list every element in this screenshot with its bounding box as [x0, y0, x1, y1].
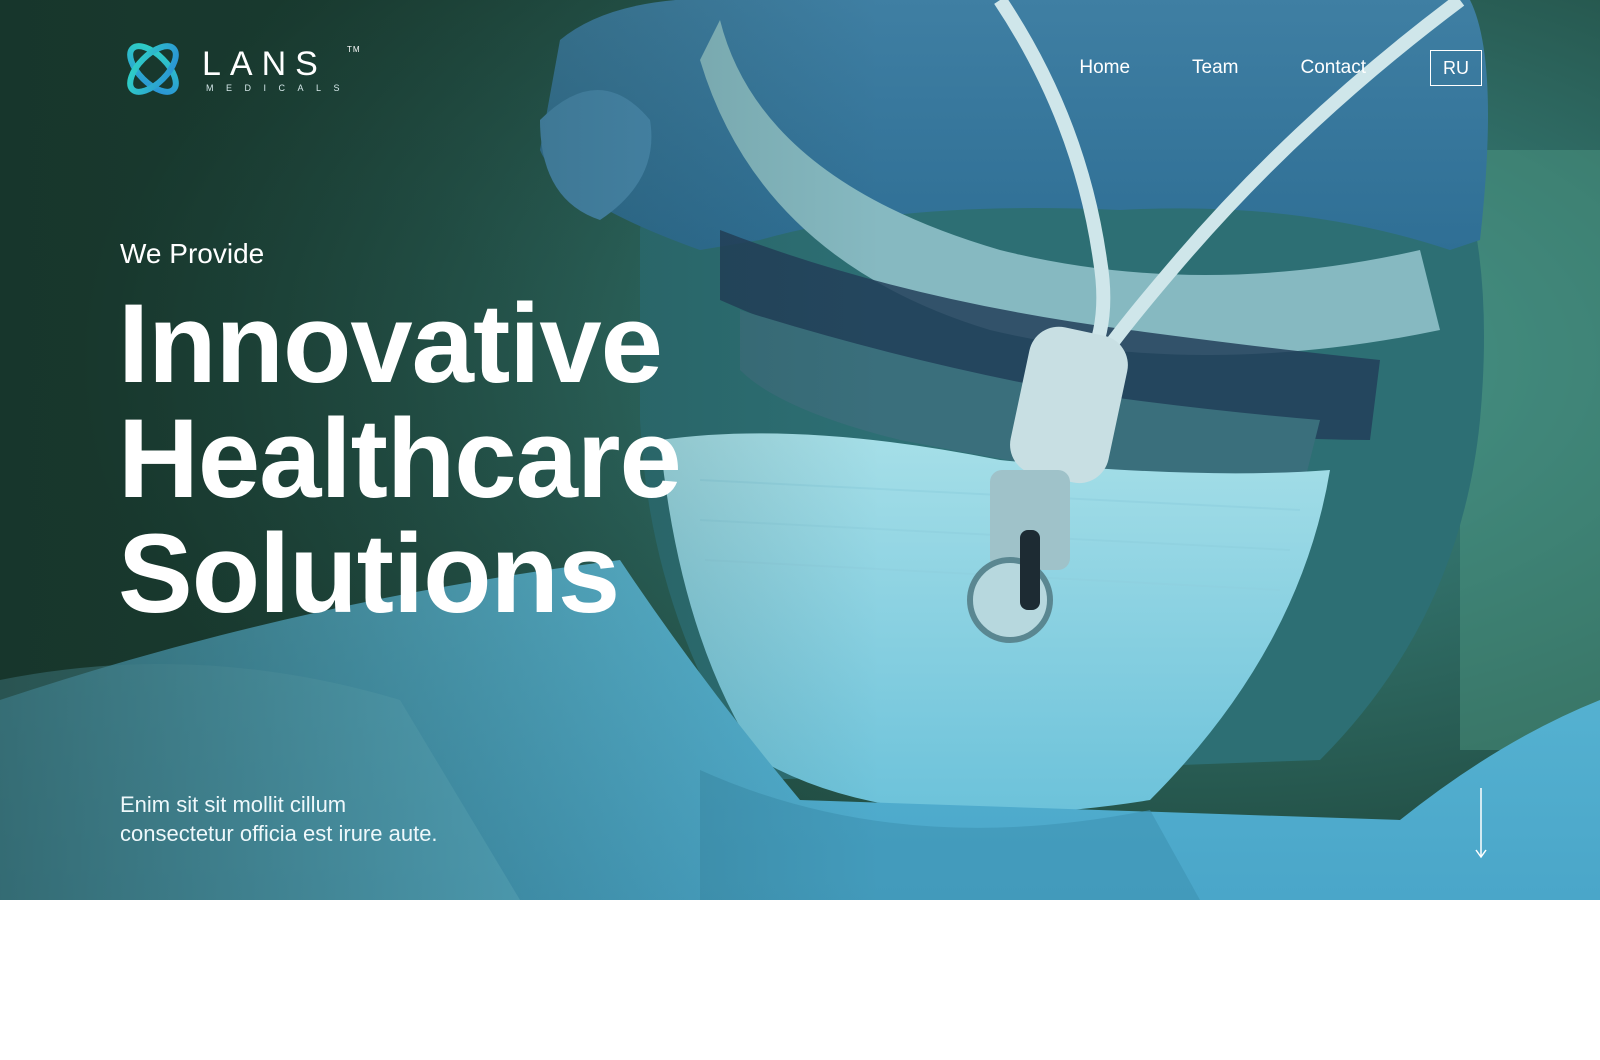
brand-logo[interactable]: LANS TM MEDICALS	[120, 36, 362, 102]
hero-eyebrow: We Provide	[120, 238, 265, 269]
language-switch-button[interactable]: RU	[1430, 50, 1482, 86]
brand-subtitle: MEDICALS	[206, 83, 353, 93]
hero-section: LANS TM MEDICALS Home Team Contact RU We…	[0, 0, 1600, 900]
headline-line: Healthcare	[118, 396, 682, 521]
main-nav: Home Team Contact RU	[1079, 50, 1482, 86]
headline-line: Solutions	[118, 511, 620, 636]
tagline-line: Enim sit sit mollit cillum	[120, 792, 347, 817]
arrow-down-icon[interactable]	[1470, 788, 1492, 860]
nav-home-link[interactable]: Home	[1079, 50, 1130, 86]
brand-trademark: TM	[347, 45, 361, 54]
tagline-line: consectetur officia est irure aute.	[120, 821, 438, 846]
logo-icon	[127, 43, 179, 95]
content-section	[0, 900, 1600, 1060]
hero-headline: Innovative Healthcare Solutions	[118, 281, 682, 636]
brand-name: LANS	[202, 45, 327, 83]
nav-team-link[interactable]: Team	[1192, 50, 1238, 86]
hero-tagline: Enim sit sit mollit cillum consectetur o…	[120, 790, 540, 848]
headline-line: Innovative	[118, 281, 663, 406]
nav-contact-link[interactable]: Contact	[1301, 50, 1366, 86]
